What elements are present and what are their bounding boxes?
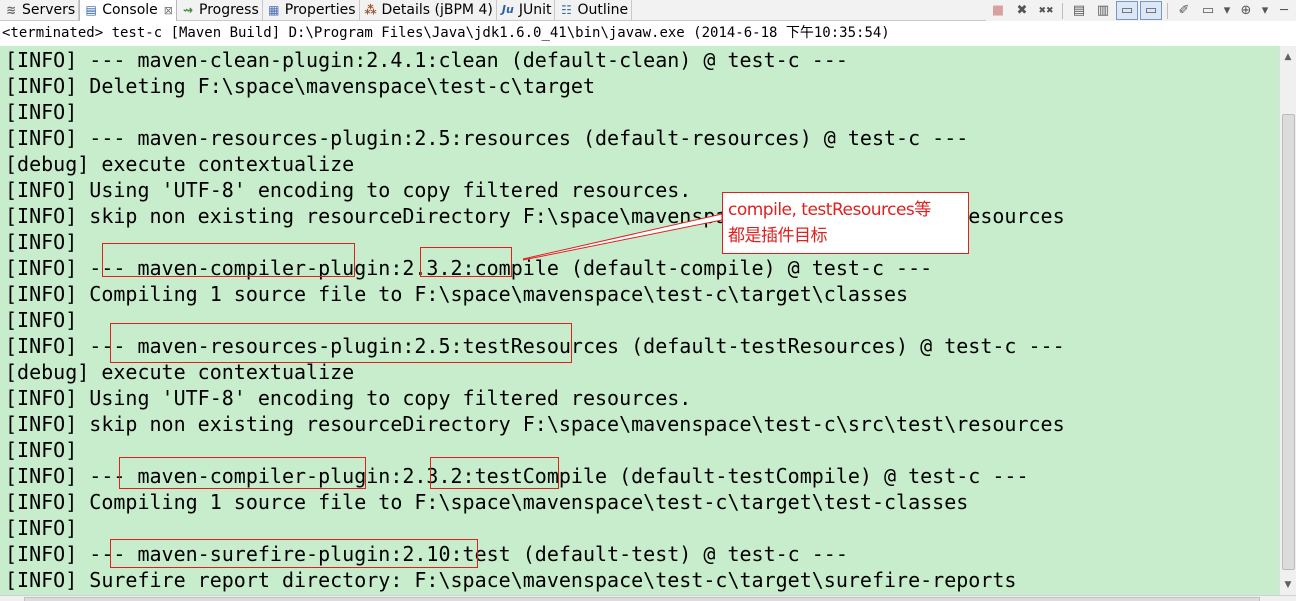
pin-icon: ✐ [1178,3,1190,18]
tab-label: Console [102,2,158,18]
console-icon: ▤ [85,3,97,17]
console-line: [INFO] Compiling 1 source file to F:\spa… [5,282,909,306]
console-line: [debug] execute contextualize [5,152,355,176]
console-line: [INFO] skip non existing resourceDirecto… [5,412,1065,436]
details-icon: ⁂ [364,3,377,17]
console-output[interactable]: [INFO] --- maven-clean-plugin:2.4.1:clea… [0,46,1279,595]
toolbar-separator [1167,2,1168,19]
tab-label: Progress [199,2,259,18]
minimize-icon: ─ [1280,3,1288,18]
horizontal-scroll-thumb[interactable] [24,597,1260,601]
vertical-scrollbar[interactable]: ▲ ▼ [1279,46,1296,595]
callout-line-1: compile, testResources等 [728,200,931,220]
console-line: [INFO] Compiling 1 source file to F:\spa… [5,490,969,514]
display-console-dropdown[interactable]: ▾ [1221,1,1233,20]
outline-icon: ☷ [561,3,572,17]
highlight-box [430,457,559,489]
highlight-box [420,247,512,277]
show-stderr-icon: ▭ [1144,3,1158,18]
scroll-up-arrow-icon[interactable]: ▲ [1280,48,1296,65]
remove-all-icon: ✖✖ [1038,5,1054,16]
tab-outline[interactable]: ☷ Outline [555,0,633,21]
console-line: [INFO] [5,100,78,124]
junit-icon: Ju [501,3,514,16]
highlight-box [102,243,355,277]
tab-servers[interactable]: ≋ Servers [0,0,80,21]
highlight-box [119,457,366,489]
process-status-line: <terminated> test-c [Maven Build] D:\Pro… [0,21,1296,46]
scroll-lock-button[interactable]: ▥ [1092,1,1114,20]
remove-launch-icon: ✖ [1016,3,1028,18]
tab-label: Servers [22,2,76,18]
console-line: [INFO] [5,230,78,254]
tab-junit[interactable]: Ju JUnit [497,0,556,21]
terminate-button[interactable]: ■ [987,1,1009,20]
console-line: [INFO] Using 'UTF-8' encoding to copy fi… [5,386,692,410]
console-line: [INFO] Surefire report directory: F:\spa… [5,568,1017,592]
tab-properties[interactable]: ▦ Properties [263,0,360,21]
chevron-down-icon: ▾ [1261,3,1269,18]
remove-all-terminated-button[interactable]: ✖✖ [1035,1,1057,20]
highlight-box [110,323,572,363]
console-line: [INFO] [5,438,78,462]
minimize-button[interactable]: ─ [1273,1,1295,20]
tab-label: Properties [284,2,356,18]
console-line: [INFO] --- maven-clean-plugin:2.4.1:clea… [5,48,848,72]
console-line: [INFO] Using 'UTF-8' encoding to copy fi… [5,178,692,202]
annotation-callout: compile, testResources等 都是插件目标 [722,192,969,254]
open-console-dropdown[interactable]: ▾ [1259,1,1271,20]
terminate-icon: ■ [991,3,1005,18]
progress-icon: ⇝ [182,3,194,17]
horizontal-scrollbar[interactable] [0,595,1296,601]
pin-console-button[interactable]: ✐ [1173,1,1195,20]
tab-label: Details (jBPM 4) [381,2,493,18]
highlight-box [110,539,478,568]
tab-details[interactable]: ⁂ Details (jBPM 4) [360,0,497,21]
toolbar-separator [1062,2,1063,19]
console-line: [INFO] [5,308,78,332]
clear-console-icon: ▤ [1072,3,1086,18]
scroll-lock-icon: ▥ [1096,3,1110,18]
display-selected-console-button[interactable]: ▭ [1197,1,1219,20]
open-console-icon: ⊕ [1240,3,1252,18]
display-console-icon: ▭ [1201,3,1215,18]
chevron-down-icon: ▾ [1223,3,1231,18]
remove-launch-button[interactable]: ✖ [1011,1,1033,20]
tab-console[interactable]: ▤ Console ⊠ [79,0,178,21]
close-icon[interactable]: ⊠ [164,4,173,17]
show-stderr-button[interactable]: ▭ [1140,1,1162,20]
tab-label: Outline [577,2,629,18]
tab-progress[interactable]: ⇝ Progress [177,0,263,21]
console-line: [INFO] --- maven-resources-plugin:2.5:re… [5,126,969,150]
show-stdout-icon: ▭ [1120,3,1134,18]
console-line: [INFO] Deleting F:\space\mavenspace\test… [5,74,596,98]
callout-line-2: 都是插件目标 [728,226,828,246]
show-stdout-button[interactable]: ▭ [1116,1,1138,20]
scroll-down-arrow-icon[interactable]: ▼ [1280,576,1296,593]
console-line: [INFO] [5,516,78,540]
open-console-button[interactable]: ⊕ [1235,1,1257,20]
tab-label: JUnit [518,2,552,18]
console-toolbar: ■ ✖ ✖✖ ▤ ▥ ▭ ▭ ✐ ▭ ▾ ⊕ ▾ ─ [986,0,1296,21]
servers-icon: ≋ [5,3,17,17]
clear-console-button[interactable]: ▤ [1068,1,1090,20]
properties-icon: ▦ [268,3,280,17]
vertical-scroll-thumb[interactable] [1282,114,1295,570]
